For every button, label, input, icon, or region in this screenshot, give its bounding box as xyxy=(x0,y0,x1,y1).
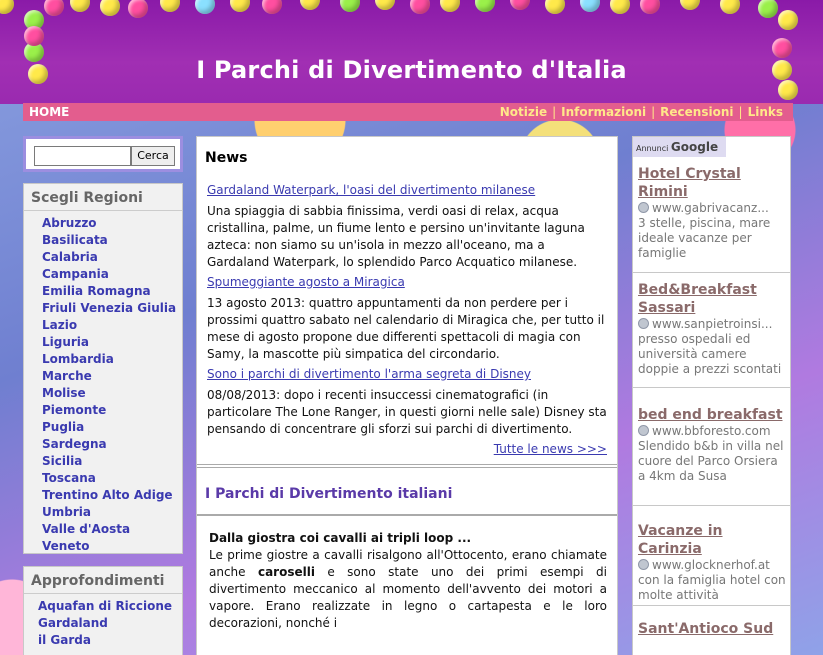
main-content: News Gardaland Waterpark, l'oasi del div… xyxy=(196,136,618,655)
all-news-link[interactable]: Tutte le news >>> xyxy=(197,442,617,456)
ad-text: Slendido b&b in villa nel cuore del Parc… xyxy=(638,439,784,483)
ad-text: con la famiglia hotel con molte attività xyxy=(638,573,786,602)
ad-item: bed end breakfast www.bbforesto.com Slen… xyxy=(633,388,790,506)
news-item: Spumeggiante agosto a Miragica 13 agosto… xyxy=(197,274,617,363)
nav-link-recensioni[interactable]: Recensioni xyxy=(660,105,733,119)
nav-link-links[interactable]: Links xyxy=(748,105,783,119)
regions-box: Scegli Regioni Abruzzo Basilicata Calabr… xyxy=(23,183,183,554)
nav-link-informazioni[interactable]: Informazioni xyxy=(561,105,646,119)
approfondimenti-link[interactable]: Aquafan di Riccione xyxy=(24,598,182,615)
search-input[interactable] xyxy=(34,146,131,166)
ad-url[interactable]: www.bbforesto.com xyxy=(638,424,786,439)
region-link[interactable]: Toscana xyxy=(24,470,182,487)
news-text: 13 agosto 2013: quattro appuntamenti da … xyxy=(207,296,605,361)
region-link[interactable]: Trentino Alto Adige xyxy=(24,487,182,504)
region-link[interactable]: Veneto xyxy=(24,538,182,555)
nav-link-notizie[interactable]: Notizie xyxy=(500,105,547,119)
region-link[interactable]: Emilia Romagna xyxy=(24,283,182,300)
region-link[interactable]: Sicilia xyxy=(24,453,182,470)
search-button[interactable]: Cerca xyxy=(131,146,175,166)
region-link[interactable]: Liguria xyxy=(24,334,182,351)
globe-icon xyxy=(638,425,649,436)
google-logo[interactable]: Google xyxy=(671,140,718,154)
intro-lead: Dalla giostra coi cavalli ai tripli loop… xyxy=(209,531,472,545)
news-item: Gardaland Waterpark, l'oasi del divertim… xyxy=(197,182,617,271)
region-link[interactable]: Campania xyxy=(24,266,182,283)
nav-home-link[interactable]: HOME xyxy=(29,103,69,121)
nav-separator: | xyxy=(651,105,656,119)
ad-text: 3 stelle, piscina, mare ideale vacanze p… xyxy=(638,216,771,260)
globe-icon xyxy=(638,202,649,213)
approfondimenti-link[interactable]: il Garda xyxy=(24,632,182,649)
approfondimenti-title: Approfondimenti xyxy=(24,567,182,594)
top-navigation: HOME Notizie | Informazioni | Recensioni | Lin… xyxy=(23,103,793,121)
region-link[interactable]: Puglia xyxy=(24,419,182,436)
ad-url[interactable]: www.gabrivacanz... xyxy=(638,201,786,216)
news-text: 08/08/2013: dopo i recenti insuccessi ci… xyxy=(207,388,607,436)
region-link[interactable]: Umbria xyxy=(24,504,182,521)
region-link[interactable]: Marche xyxy=(24,368,182,385)
region-link[interactable]: Piemonte xyxy=(24,402,182,419)
news-item: Sono i parchi di divertimento l'arma seg… xyxy=(197,366,617,438)
region-link[interactable]: Sardegna xyxy=(24,436,182,453)
globe-icon xyxy=(638,318,649,329)
ad-url-text: www.bbforesto.com xyxy=(652,424,771,438)
site-title: I Parchi di Divertimento d'Italia xyxy=(196,56,627,84)
intro-paragraph: Le prime giostre a cavalli risalgono all… xyxy=(209,547,607,632)
region-link[interactable]: Abruzzo xyxy=(24,215,182,232)
intro-text: Dalla giostra coi cavalli ai tripli loop… xyxy=(197,516,617,632)
region-link[interactable]: Friuli Venezia Giulia xyxy=(24,300,182,317)
ad-title-link[interactable]: Bed&Breakfast Sassari xyxy=(638,281,786,317)
approfondimenti-list: Aquafan di Riccione Gardaland il Garda xyxy=(24,598,182,649)
news-title-link[interactable]: Gardaland Waterpark, l'oasi del divertim… xyxy=(207,182,607,199)
ad-title-link[interactable]: Vacanze in Carinzia xyxy=(638,522,786,558)
ads-label: Annunci xyxy=(636,144,669,153)
ad-url[interactable]: www.sanpietroinsi... xyxy=(638,317,786,332)
news-title-link[interactable]: Spumeggiante agosto a Miragica xyxy=(207,274,607,291)
region-link[interactable]: Lazio xyxy=(24,317,182,334)
ad-url-text: www.sanpietroinsi... xyxy=(652,317,773,331)
nav-links: Notizie | Informazioni | Recensioni | Links xyxy=(500,103,783,121)
section-title: I Parchi di Divertimento italiani xyxy=(205,486,453,502)
region-link[interactable]: Calabria xyxy=(24,249,182,266)
region-link[interactable]: Valle d'Aosta xyxy=(24,521,182,538)
globe-icon xyxy=(638,559,649,570)
regions-list: Abruzzo Basilicata Calabria Campania Emi… xyxy=(24,215,182,555)
ad-title-link[interactable]: Hotel Crystal Rimini xyxy=(638,165,786,201)
region-link[interactable]: Molise xyxy=(24,385,182,402)
approfondimenti-box: Approfondimenti Aquafan di Riccione Gard… xyxy=(23,566,183,655)
region-link[interactable]: Basilicata xyxy=(24,232,182,249)
ad-title-link[interactable]: Sant'Antioco Sud xyxy=(638,620,786,638)
intro-bold-word: caroselli xyxy=(257,565,315,579)
news-text: Una spiaggia di sabbia finissima, verdi … xyxy=(207,204,585,269)
news-heading: News xyxy=(205,150,248,166)
approfondimenti-link[interactable]: Gardaland xyxy=(24,615,182,632)
google-ads-panel: Annunci Google Hotel Crystal Rimini www.… xyxy=(632,136,791,655)
ad-item: Hotel Crystal Rimini www.gabrivacanz... … xyxy=(633,157,790,273)
nav-separator: | xyxy=(552,105,557,119)
search-box: Cerca xyxy=(23,136,183,172)
ad-text: presso ospedali ed università camere dop… xyxy=(638,332,782,376)
ad-url-text: www.glocknerhof.at xyxy=(652,558,770,572)
ad-item: Vacanze in Carinzia www.glocknerhof.at c… xyxy=(633,506,790,606)
site-header: I Parchi di Divertimento d'Italia xyxy=(0,0,823,104)
ad-url-text: www.gabrivacanz... xyxy=(652,201,769,215)
ad-url[interactable]: www.glocknerhof.at xyxy=(638,558,786,573)
region-link[interactable]: Lombardia xyxy=(24,351,182,368)
regions-title: Scegli Regioni xyxy=(24,184,182,211)
ad-item: Bed&Breakfast Sassari www.sanpietroinsi.… xyxy=(633,273,790,388)
news-title-link[interactable]: Sono i parchi di divertimento l'arma seg… xyxy=(207,366,607,383)
nav-separator: | xyxy=(738,105,743,119)
ad-item: Sant'Antioco Sud xyxy=(633,606,790,638)
ads-header: Annunci Google xyxy=(633,137,726,157)
ad-title-link[interactable]: bed end breakfast xyxy=(638,406,786,424)
